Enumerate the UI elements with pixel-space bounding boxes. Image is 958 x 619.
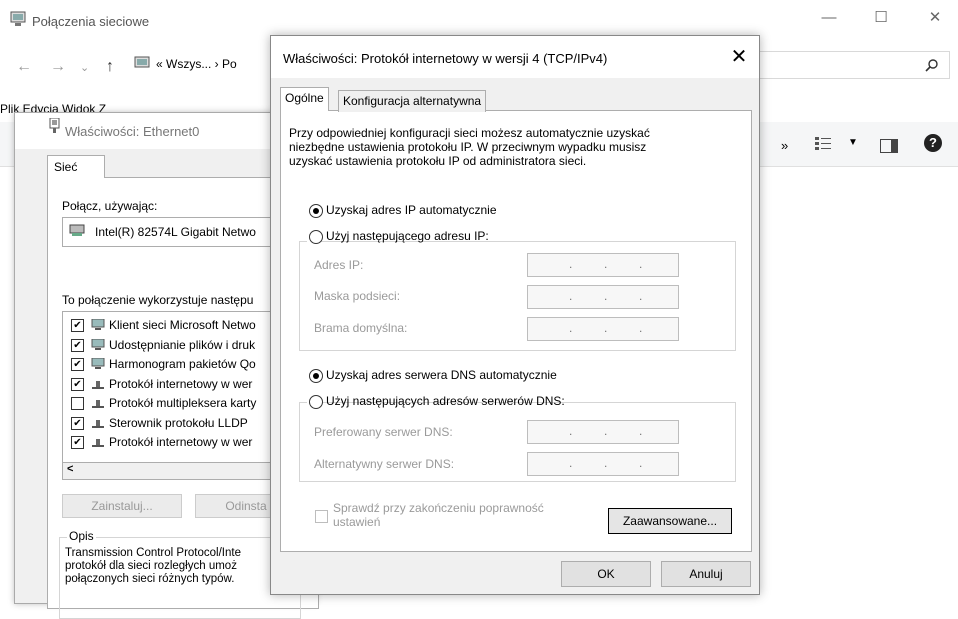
component-icon bbox=[91, 319, 105, 330]
tab-general[interactable]: Ogólne bbox=[280, 87, 329, 111]
intro-line: niezbędne ustawienia protokołu IP. W prz… bbox=[289, 140, 647, 154]
more-commands-button[interactable]: » bbox=[781, 138, 788, 153]
intro-line: Przy odpowiedniej konfiguracji sieci moż… bbox=[289, 126, 650, 140]
component-label: Sterownik protokołu LLDP bbox=[109, 415, 248, 430]
manual-dns-legend: Użyj następujących adresów serwerów DNS: bbox=[307, 392, 565, 412]
default-gateway-field[interactable]: ... bbox=[527, 317, 679, 341]
description-line: Transmission Control Protocol/Inte bbox=[65, 547, 241, 559]
list-item[interactable]: ✔ Udostępnianie plików i druk bbox=[63, 336, 293, 354]
close-button[interactable]: ✕ bbox=[918, 6, 952, 30]
validate-label-line: Sprawdź przy zakończeniu poprawność bbox=[333, 501, 544, 515]
scroll-left-icon[interactable]: < bbox=[67, 463, 73, 475]
component-icon bbox=[91, 358, 105, 369]
adapter-name: Intel(R) 82574L Gigabit Netwo bbox=[95, 225, 256, 239]
ok-button[interactable]: OK bbox=[561, 561, 651, 587]
minimize-button[interactable]: — bbox=[812, 6, 846, 30]
component-label: Harmonogram pakietów Qo bbox=[109, 357, 256, 371]
ip-address-label: Adres IP: bbox=[314, 258, 364, 272]
network-adapter-icon bbox=[49, 118, 60, 133]
validate-checkbox[interactable] bbox=[315, 510, 328, 523]
validate-label[interactable]: Sprawdź przy zakończeniu poprawność usta… bbox=[333, 501, 544, 529]
preferred-dns-field[interactable]: ... bbox=[527, 420, 679, 444]
subnet-mask-field[interactable]: ... bbox=[527, 285, 679, 309]
description-text: Transmission Control Protocol/Inte proto… bbox=[65, 547, 275, 597]
advanced-button[interactable]: Zaawansowane... bbox=[608, 508, 732, 534]
network-connections-icon bbox=[10, 11, 26, 26]
component-icon bbox=[92, 400, 104, 408]
radio-manual-ip[interactable] bbox=[309, 230, 323, 244]
intro-line: uzyskać ustawienia protokołu IP od admin… bbox=[289, 154, 587, 168]
component-checkbox[interactable]: ✔ bbox=[71, 416, 84, 430]
alternate-dns-label: Alternatywny serwer DNS: bbox=[314, 457, 455, 471]
install-button[interactable]: Zainstaluj... bbox=[62, 494, 182, 518]
ip-address-field[interactable]: ... bbox=[527, 253, 679, 277]
list-item[interactable]: ✔ Harmonogram pakietów Qo bbox=[63, 355, 293, 373]
network-card-icon bbox=[69, 224, 85, 236]
alternate-dns-field[interactable]: ... bbox=[527, 452, 679, 476]
back-arrow-icon[interactable]: ← bbox=[16, 58, 32, 76]
component-checkbox[interactable]: ✔ bbox=[71, 338, 84, 352]
change-view-icon[interactable] bbox=[815, 137, 831, 151]
component-checkbox[interactable] bbox=[71, 397, 84, 410]
list-item[interactable]: ✔ Klient sieci Microsoft Netwo bbox=[63, 316, 293, 334]
validate-label-line: ustawień bbox=[333, 515, 381, 529]
horizontal-scrollbar[interactable]: < bbox=[62, 462, 294, 480]
dialog-close-icon[interactable]: ✕ bbox=[721, 42, 757, 72]
tab-alternate-configuration[interactable]: Konfiguracja alternatywna bbox=[338, 90, 487, 112]
auto-ip-label[interactable]: Uzyskaj adres IP automatycznie bbox=[326, 203, 497, 217]
components-label: To połączenie wykorzystuje następu bbox=[62, 293, 254, 307]
help-icon[interactable]: ? bbox=[924, 134, 942, 152]
default-gateway-label: Brama domyślna: bbox=[314, 321, 408, 335]
manual-ip-legend: Użyj następującego adresu IP: bbox=[307, 227, 489, 247]
connect-using-label: Połącz, używając: bbox=[62, 199, 158, 213]
component-checkbox[interactable]: ✔ bbox=[71, 436, 84, 449]
adapter-field: Intel(R) 82574L Gigabit Netwo bbox=[62, 217, 294, 247]
component-checkbox[interactable]: ✔ bbox=[71, 377, 84, 391]
list-item[interactable]: ✔ Protokół internetowy w wer bbox=[63, 375, 293, 393]
up-arrow-icon[interactable]: ↑ bbox=[106, 58, 114, 76]
description-line: protokół dla sieci rozległych umoż bbox=[65, 560, 237, 572]
component-icon bbox=[92, 419, 104, 428]
cancel-button[interactable]: Anuluj bbox=[661, 561, 751, 587]
component-icon bbox=[91, 338, 105, 350]
manual-dns-label[interactable]: Użyj następujących adresów serwerów DNS: bbox=[326, 394, 565, 408]
list-item[interactable]: ✔ Protokół internetowy w wer bbox=[63, 433, 293, 451]
description-legend: Opis bbox=[67, 529, 96, 543]
preview-pane-icon[interactable] bbox=[880, 139, 898, 153]
auto-dns-label[interactable]: Uzyskaj adres serwera DNS automatycznie bbox=[326, 368, 557, 382]
component-label: Klient sieci Microsoft Netwo bbox=[109, 318, 256, 332]
component-label: Protokół multipleksera karty bbox=[109, 396, 257, 410]
search-icon[interactable] bbox=[925, 58, 939, 72]
search-box[interactable] bbox=[756, 51, 950, 79]
component-checkbox[interactable]: ✔ bbox=[71, 358, 84, 371]
subnet-mask-label: Maska podsieci: bbox=[314, 289, 401, 303]
component-icon bbox=[92, 439, 104, 447]
list-item[interactable]: Protokół multipleksera karty bbox=[63, 394, 293, 412]
list-item[interactable]: ✔ Sterownik protokołu LLDP bbox=[63, 414, 293, 432]
maximize-button[interactable]: ☐ bbox=[864, 6, 898, 30]
radio-manual-dns[interactable] bbox=[309, 395, 323, 409]
address-folder-icon bbox=[134, 56, 150, 68]
preferred-dns-label: Preferowany serwer DNS: bbox=[314, 425, 453, 439]
eth-window-title: Właściwości: Ethernet0 bbox=[65, 124, 200, 139]
view-dropdown-icon[interactable]: ▼ bbox=[848, 137, 858, 148]
manual-ip-label[interactable]: Użyj następującego adresu IP: bbox=[326, 229, 489, 243]
window-title: Połączenia sieciowe bbox=[32, 14, 150, 29]
description-line: połączonych sieci różnych typów. bbox=[65, 573, 235, 585]
intro-text: Przy odpowiedniej konfiguracji sieci moż… bbox=[289, 126, 729, 168]
components-list[interactable]: ✔ Klient sieci Microsoft Netwo ✔ Udostępnia… bbox=[62, 311, 294, 465]
ipv4-properties-dialog: Właściwości: Protokół internetowy w wers… bbox=[270, 35, 760, 595]
component-label: Protokół internetowy w wer bbox=[109, 376, 253, 391]
component-checkbox[interactable]: ✔ bbox=[71, 319, 84, 332]
radio-auto-ip[interactable] bbox=[309, 204, 323, 218]
radio-auto-dns[interactable] bbox=[309, 369, 323, 383]
component-label: Udostępnianie plików i druk bbox=[109, 337, 256, 352]
recent-dropdown-icon[interactable]: ⌄ bbox=[80, 61, 89, 74]
forward-arrow-icon[interactable]: → bbox=[50, 58, 66, 76]
component-label: Protokół internetowy w wer bbox=[109, 435, 253, 449]
dialog-title: Właściwości: Protokół internetowy w wers… bbox=[283, 51, 608, 66]
component-icon bbox=[92, 380, 104, 389]
tab-network[interactable]: Sieć bbox=[47, 155, 105, 178]
